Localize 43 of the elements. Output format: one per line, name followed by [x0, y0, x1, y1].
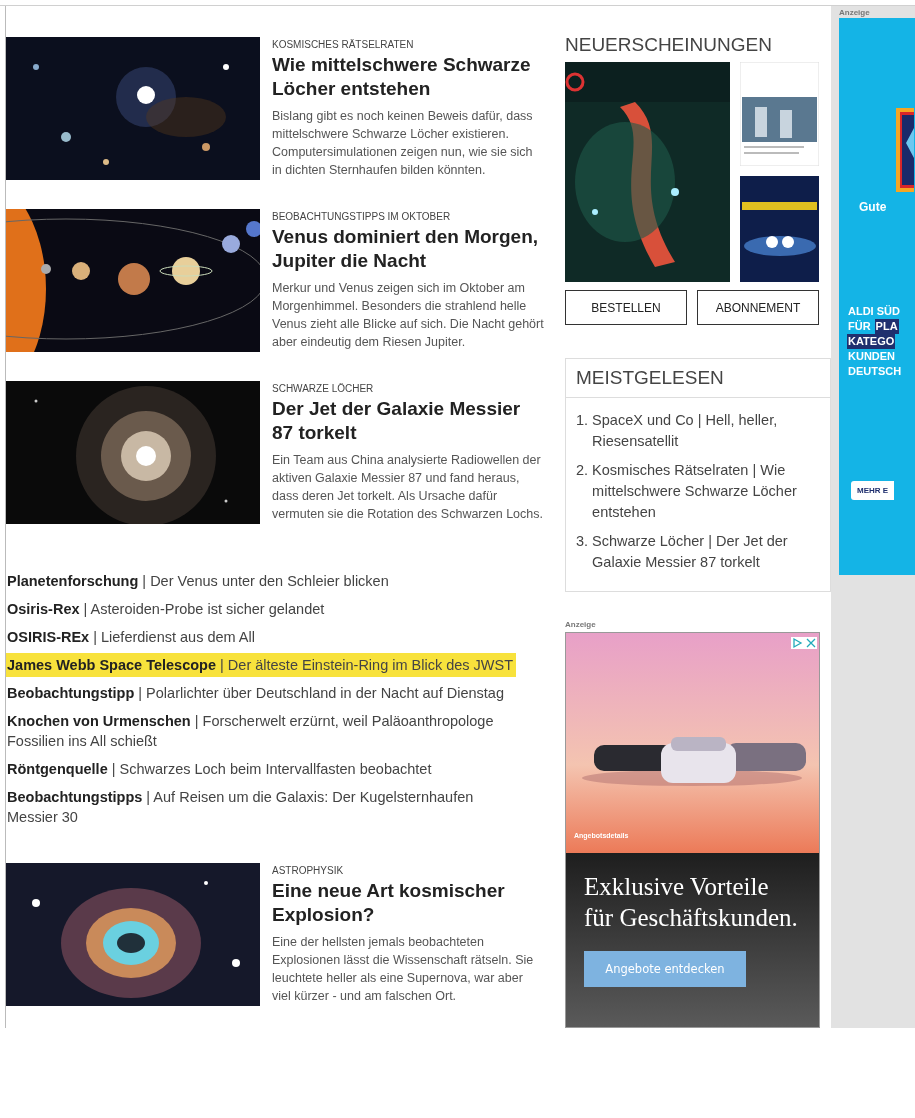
article-link[interactable]: OSIRIS-REx | Lieferdienst aus dem All [6, 625, 258, 649]
article-title[interactable]: Eine neue Art kosmischer Explosion? [272, 879, 544, 927]
ad-tagline: Gute [859, 200, 888, 214]
list-number: 2. [576, 461, 589, 480]
shop-button[interactable]: ABONNEMENT [697, 290, 819, 325]
shop-button[interactable]: BESTELLEN [565, 290, 687, 325]
article-link[interactable]: Osiris-Rex | Asteroiden-Probe ist sicher gelandet [6, 597, 328, 621]
article-title[interactable]: Der Jet der Galaxie Messier 87 torkelt [272, 397, 544, 445]
ad-text: FÜR PLA [847, 319, 900, 334]
ad-headline: Exklusive Vorteile für Geschäftskunden. [584, 872, 799, 933]
list-number: 3. [576, 532, 589, 551]
most-read-link[interactable]: Schwarze Löcher | Der Jet der Galaxie Messier 87 torkelt [592, 531, 820, 573]
section-heading: NEUERSCHEINUNGEN [565, 34, 773, 56]
ad-button[interactable]: MEHR E [851, 481, 895, 500]
article-link[interactable]: Beobachtungstipp | Polarlichter über Deutschland in der Nacht auf Dienstag [6, 681, 507, 705]
most-read-link[interactable]: Kosmisches Rätselraten | Wie mittelschwere Schwarze Löcher entstehen [592, 460, 820, 523]
article-link[interactable]: Knochen von Urmenschen | Forscherwelt erzürnt, weil Paläoanthropologe Fossilien ins All schießt [6, 709, 530, 753]
article-kicker: KOSMISCHES RÄTSELRATEN [272, 39, 415, 50]
ad-banner[interactable]: Gute ALDI SÜD FÜR PLA KATEGO KUNDEN DEUTSCH MEHR E [839, 18, 915, 575]
ad-text: DEUTSCH [847, 364, 903, 379]
logo-icon [896, 108, 914, 192]
article-link[interactable]: James Webb Space Telescope | Der älteste Einstein-Ring im Blick des JWST [6, 653, 517, 677]
article-teaser: Eine der hellsten jemals beobachteten Explosionen lässt die Wissenschaft rätseln. Sie leuchtete heller als eine Supernova, war aber viel kürzer - und am falschen Ort. [272, 934, 535, 1005]
article-teaser: Ein Team aus China analysierte Radiowellen der aktiven Galaxie Messier 87 und fand heraus, dass deren Jet torkelt. Als Ursache dafür vermuten sie die Rotation des Schwarzen Lochs. [272, 452, 544, 523]
article-title[interactable]: Wie mittelschwere Schwarze Löcher entstehen [272, 53, 544, 101]
article-kicker: SCHWARZE LÖCHER [272, 383, 375, 394]
ad-text: KATEGO [847, 334, 897, 349]
article-kicker: ASTROPHYSIK [272, 865, 345, 876]
most-read-link[interactable]: SpaceX und Co | Hell, heller, Riesensatellit [592, 410, 820, 452]
ad-text: ALDI SÜD [847, 304, 901, 319]
article-teaser: Bislang gibt es noch keinen Beweis dafür, dass mittelschwere Schwarze Löcher existieren. Computersimulationen zeigen nun, wie sie sich in dichten Sternhaufen bilden könnten. [272, 108, 534, 179]
list-number: 1. [576, 411, 589, 430]
article-link[interactable]: Beobachtungstipps | Auf Reisen um die Galaxis: Der Kugelsternhaufen Messier 30 [6, 785, 530, 829]
ad-choices-icon[interactable] [791, 637, 817, 649]
ad-text: KUNDEN [847, 349, 897, 364]
article-title[interactable]: Venus dominiert den Morgen, Jupiter die Nacht [272, 225, 544, 273]
ad-label: Anzeige [839, 8, 871, 17]
article-link[interactable]: Planetenforschung | Der Venus unter den Schleier blicken [6, 569, 392, 593]
article-teaser: Merkur und Venus zeigen sich im Oktober am Morgenhimmel. Besonders die strahlend helle Venus zieht alle Blicke auf sich. Die Nacht gehört aber eindeutig dem Riesen Jupiter. [272, 280, 544, 351]
ad-label: Anzeige [565, 620, 597, 629]
section-heading: MEISTGELESEN [566, 359, 830, 398]
article-link[interactable]: Röntgenquelle | Schwarzes Loch beim Intervallfasten beobachtet [6, 757, 435, 781]
article-kicker: BEOBACHTUNGSTIPPS IM OKTOBER [272, 211, 452, 222]
